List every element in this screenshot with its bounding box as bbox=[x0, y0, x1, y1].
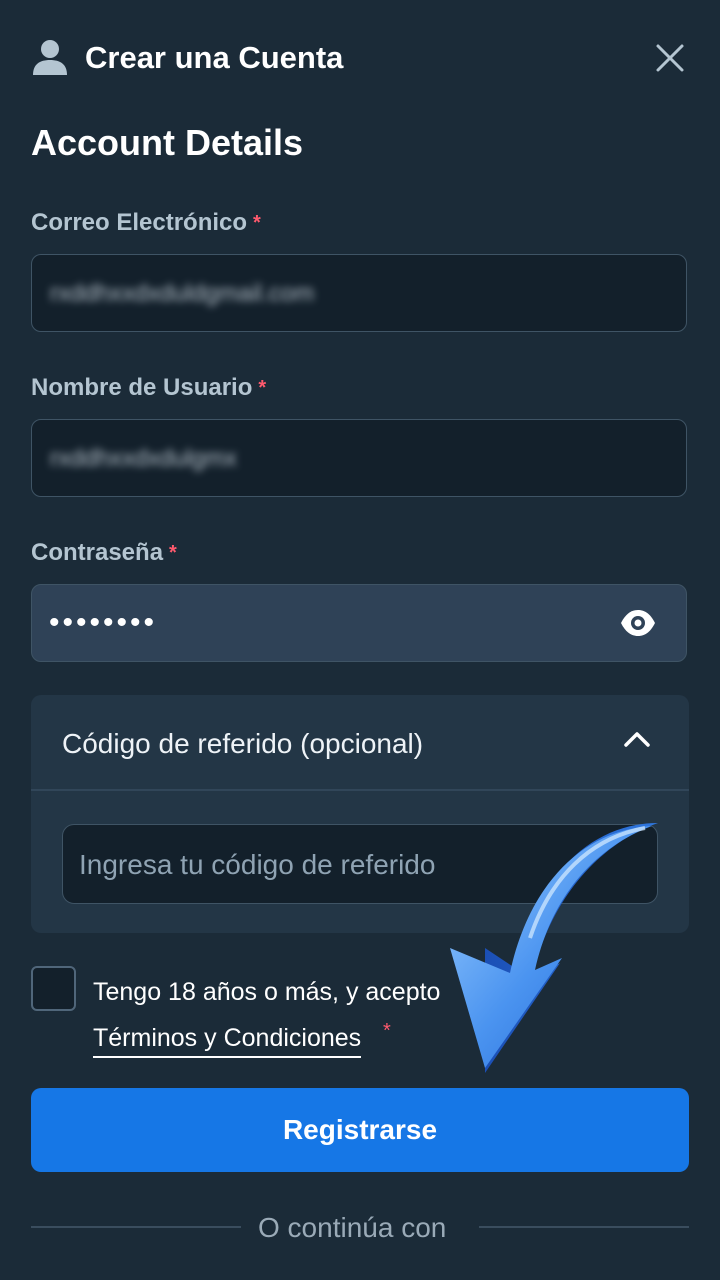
chevron-up-icon bbox=[624, 732, 650, 747]
referral-code-input[interactable]: Ingresa tu código de referido bbox=[62, 824, 658, 904]
divider-line-right bbox=[479, 1226, 689, 1228]
register-button[interactable]: Registrarse bbox=[31, 1088, 689, 1172]
modal-header: Crear una Cuenta bbox=[0, 0, 720, 115]
password-field[interactable]: •••••••• bbox=[31, 584, 687, 662]
referral-title: Código de referido (opcional) bbox=[62, 728, 424, 759]
password-label: Contraseña * bbox=[31, 538, 177, 568]
eye-icon[interactable] bbox=[620, 609, 656, 637]
required-mark: * bbox=[169, 542, 177, 564]
username-field[interactable]: rxddhxxdxdulgmx bbox=[31, 419, 687, 497]
referral-section: Código de referido (opcional) Ingresa tu… bbox=[31, 695, 689, 933]
required-mark: * bbox=[253, 212, 261, 234]
referral-divider bbox=[31, 789, 689, 791]
referral-placeholder: Ingresa tu código de referido bbox=[79, 849, 436, 880]
email-label: Correo Electrónico * bbox=[31, 208, 261, 238]
username-label-text: Nombre de Usuario bbox=[31, 374, 253, 401]
terms-text: Tengo 18 años o más, y acepto bbox=[93, 978, 441, 1006]
required-mark: * bbox=[258, 377, 267, 399]
divider-text: O continúa con bbox=[258, 1212, 447, 1243]
close-icon[interactable] bbox=[654, 42, 686, 74]
divider-line-left bbox=[31, 1226, 241, 1228]
required-mark: * bbox=[383, 1020, 391, 1042]
email-value: rxddhxxdxduldgmail.com bbox=[50, 280, 315, 307]
password-value: •••••••• bbox=[49, 606, 158, 639]
modal-title: Crear una Cuenta bbox=[85, 40, 344, 75]
user-icon bbox=[33, 40, 67, 75]
terms-link[interactable]: Términos y Condiciones bbox=[93, 1022, 362, 1058]
email-label-text: Correo Electrónico bbox=[31, 209, 248, 236]
email-field[interactable]: rxddhxxdxduldgmail.com bbox=[31, 254, 687, 332]
terms-checkbox[interactable] bbox=[31, 966, 76, 1011]
referral-toggle[interactable]: Código de referido (opcional) bbox=[31, 695, 689, 789]
section-title: Account Details bbox=[31, 122, 304, 163]
username-value: rxddhxxdxdulgmx bbox=[50, 445, 237, 472]
password-label-text: Contraseña bbox=[31, 539, 164, 566]
username-label: Nombre de Usuario * bbox=[31, 373, 266, 403]
